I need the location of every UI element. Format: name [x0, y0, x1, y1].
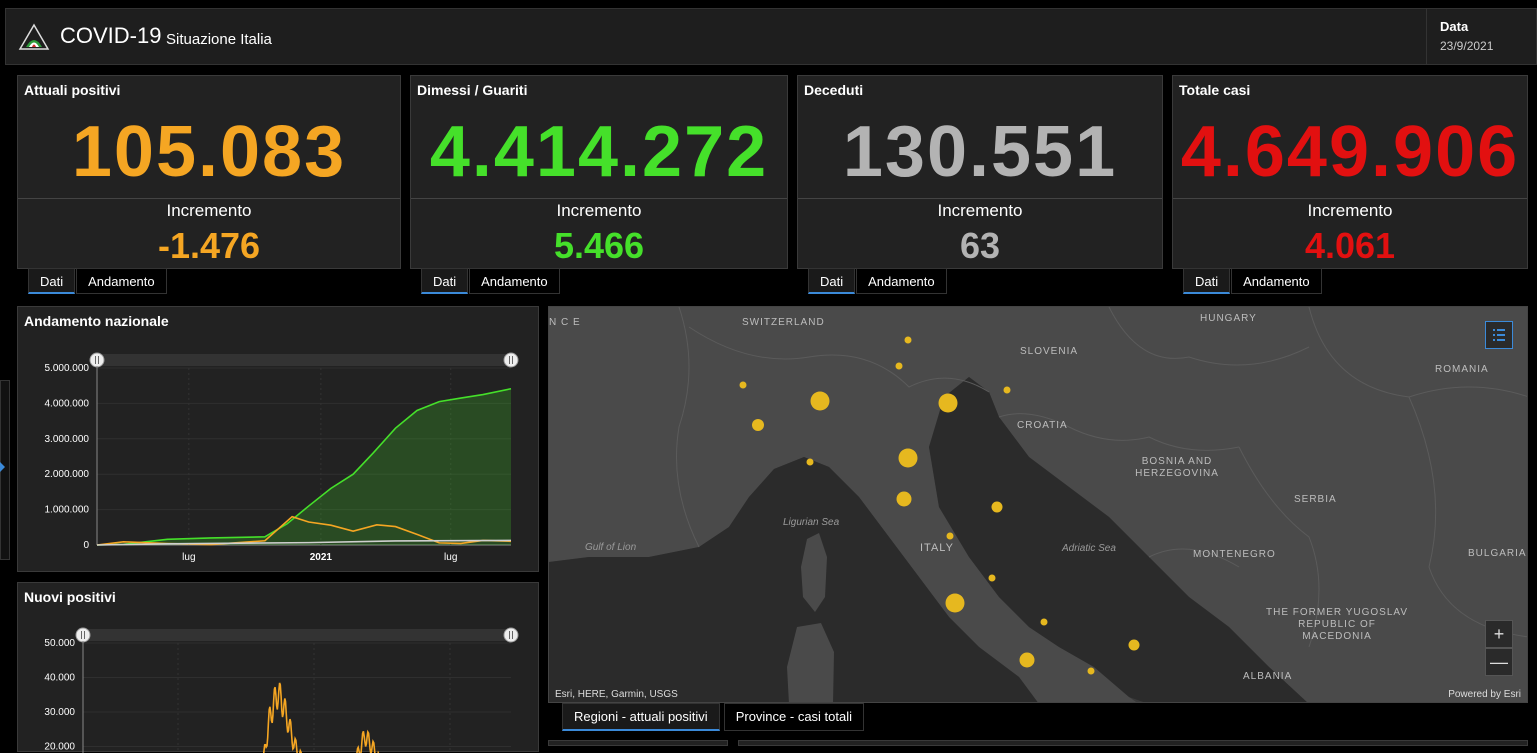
- date-label: Data: [1440, 19, 1469, 34]
- tab-andamento[interactable]: Andamento: [856, 268, 947, 294]
- card-increment-label: Incremento: [1307, 201, 1393, 220]
- card-dimessi-guariti: Dimessi / Guariti 4.414.272 Incremento 5…: [410, 75, 788, 269]
- y-tick-label: 50.000: [44, 638, 75, 649]
- card-tabs-totale: Dati Andamento: [1183, 268, 1323, 296]
- card-divider: [411, 198, 787, 199]
- card-deceduti: Deceduti 130.551 Incremento 63: [797, 75, 1163, 269]
- card-increment-value: 5.466: [553, 225, 645, 266]
- y-tick-label: 30.000: [44, 707, 75, 718]
- bubble-region[interactable]: [1040, 618, 1048, 626]
- bubble-region[interactable]: [945, 593, 965, 613]
- y-tick-label: 1.000.000: [45, 505, 90, 516]
- y-tick-label: 3.000.000: [45, 434, 90, 445]
- bubble-region[interactable]: [806, 458, 814, 466]
- app-title: COVID-19: [60, 23, 162, 48]
- card-tabs-guariti: Dati Andamento: [421, 268, 561, 296]
- tab-province-casi-totali[interactable]: Province - casi totali: [723, 703, 865, 731]
- tab-dati[interactable]: Dati: [28, 268, 76, 294]
- italy-map[interactable]: N C E SWITZERLAND HUNGARY SLOVENIA ROMAN…: [548, 306, 1528, 703]
- card-title: Totale casi: [1179, 82, 1251, 98]
- panel-nuovi-positivi: Nuovi positivi 50.000 40.000 30.000 20.000: [17, 582, 539, 753]
- x-tick-label: 2021: [310, 552, 333, 563]
- bubble-region[interactable]: [898, 448, 918, 468]
- protezione-civile-logo-icon: [18, 23, 50, 50]
- new-positives-chart: 50.000 40.000 30.000 20.000: [44, 627, 519, 753]
- bubble-region[interactable]: [895, 362, 903, 370]
- card-increment-label: Incremento: [937, 201, 1023, 220]
- y-tick-label: 4.000.000: [45, 398, 90, 409]
- bottom-panel-right: [738, 740, 1528, 746]
- bubble-region[interactable]: [946, 532, 954, 540]
- range-slider-handle[interactable]: [89, 352, 105, 368]
- series-area: [97, 388, 511, 545]
- y-tick-label: 0: [83, 540, 89, 551]
- tab-andamento[interactable]: Andamento: [76, 268, 167, 294]
- card-divider: [798, 198, 1162, 199]
- card-increment-value: -1.476: [157, 225, 261, 266]
- powered-by-esri[interactable]: Powered by Esri: [1448, 689, 1521, 700]
- y-tick-label: 40.000: [44, 673, 75, 684]
- y-tick-label: 2.000.000: [45, 469, 90, 480]
- tab-andamento[interactable]: Andamento: [1231, 268, 1322, 294]
- bubble-region[interactable]: [1128, 639, 1140, 651]
- bubble-region[interactable]: [896, 491, 912, 507]
- card-value: 4.414.272: [429, 112, 769, 192]
- zoom-out-button[interactable]: —: [1485, 648, 1513, 676]
- app-header: COVID-19 Situazione Italia Data 23/9/202…: [5, 8, 1537, 65]
- card-increment-label: Incremento: [556, 201, 642, 220]
- series-line: [262, 682, 380, 753]
- card-increment-value: 63: [959, 225, 1001, 266]
- card-tabs-attuali: Dati Andamento: [28, 268, 168, 296]
- tab-regioni-attuali-positivi[interactable]: Regioni - attuali positivi: [562, 703, 720, 731]
- card-divider: [1173, 198, 1527, 199]
- bubble-region[interactable]: [810, 391, 830, 411]
- app-subtitle: Situazione Italia: [166, 31, 272, 48]
- card-increment-value: 4.061: [1304, 225, 1396, 266]
- bubble-region[interactable]: [752, 419, 764, 431]
- legend-list-icon[interactable]: [1485, 321, 1513, 349]
- card-title: Deceduti: [804, 82, 864, 98]
- card-value: 4.649.906: [1180, 112, 1520, 192]
- region-bubbles: [739, 336, 1140, 675]
- range-slider-track[interactable]: [83, 629, 511, 641]
- card-increment-label: Incremento: [166, 201, 252, 220]
- date-box: Data 23/9/2021: [1426, 9, 1537, 64]
- card-totale-casi: Totale casi 4.649.906 Incremento 4.061: [1172, 75, 1528, 269]
- bubble-region[interactable]: [991, 501, 1003, 513]
- card-value: 105.083: [71, 112, 347, 192]
- bubble-region[interactable]: [1087, 667, 1095, 675]
- bubble-region[interactable]: [1019, 652, 1035, 668]
- tab-dati[interactable]: Dati: [808, 268, 856, 294]
- card-title: Attuali positivi: [24, 82, 121, 98]
- x-tick-label: lug: [444, 552, 457, 563]
- bubble-region[interactable]: [739, 381, 747, 389]
- tab-dati[interactable]: Dati: [1183, 268, 1231, 294]
- date-value: 23/9/2021: [1440, 39, 1494, 53]
- bubble-region[interactable]: [904, 336, 912, 344]
- x-tick-label: lug: [182, 552, 195, 563]
- card-divider: [18, 198, 400, 199]
- card-attuali-positivi: Attuali positivi 105.083 Incremento -1.4…: [17, 75, 401, 269]
- map-attribution: Esri, HERE, Garmin, USGS: [555, 689, 678, 700]
- range-slider-handle[interactable]: [503, 627, 519, 643]
- card-tabs-deceduti: Dati Andamento: [808, 268, 948, 296]
- map-tabs: Regioni - attuali positivi Province - ca…: [562, 703, 868, 731]
- panel-andamento-nazionale: Andamento nazionale 5.000.000 4.000.000 3.…: [17, 306, 539, 572]
- tab-dati[interactable]: Dati: [421, 268, 469, 294]
- tab-andamento[interactable]: Andamento: [469, 268, 560, 294]
- range-slider-handle[interactable]: [75, 627, 91, 643]
- range-slider-track[interactable]: [97, 354, 511, 366]
- expand-arrow-icon[interactable]: [0, 462, 5, 472]
- bubble-region[interactable]: [938, 393, 958, 413]
- y-tick-label: 20.000: [44, 742, 75, 753]
- range-slider-handle[interactable]: [503, 352, 519, 368]
- national-trend-chart: 5.000.000 4.000.000 3.000.000 2.000.000 1.00…: [45, 352, 519, 563]
- card-value: 130.551: [842, 112, 1118, 192]
- zoom-in-button[interactable]: +: [1485, 620, 1513, 648]
- bubble-region[interactable]: [1003, 386, 1011, 394]
- card-title: Dimessi / Guariti: [417, 82, 528, 98]
- bubble-region[interactable]: [988, 574, 996, 582]
- bottom-panel-left: [548, 740, 728, 746]
- y-tick-label: 5.000.000: [45, 363, 90, 374]
